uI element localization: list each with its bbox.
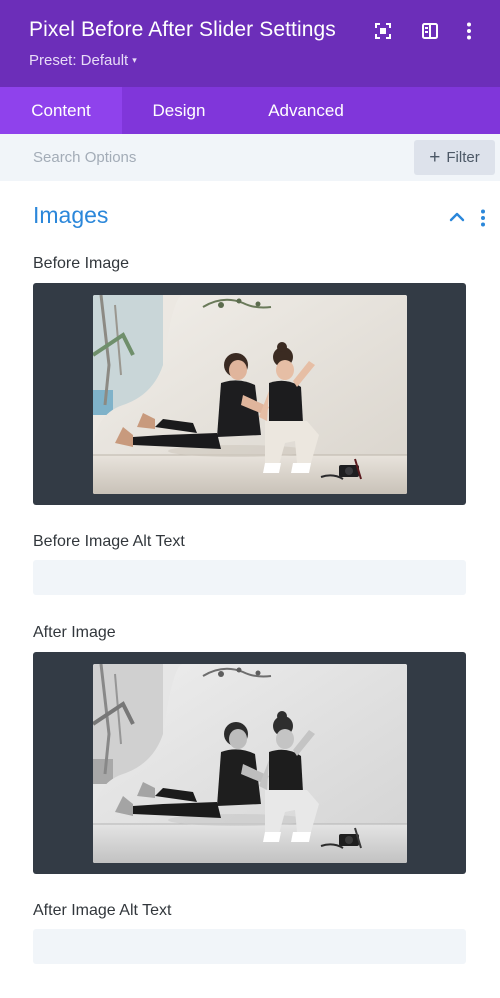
tab-content[interactable]: Content — [0, 87, 122, 134]
after-alt-text-field[interactable] — [33, 929, 466, 964]
plus-icon: + — [429, 147, 441, 168]
settings-header: Pixel Before After Slider Settings Prese… — [0, 0, 500, 87]
tab-advanced[interactable]: Advanced — [236, 87, 376, 134]
before-alt-text-field[interactable] — [33, 560, 466, 595]
search-bar: + Filter — [0, 134, 500, 181]
preset-dropdown[interactable]: Preset: Default ▾ — [29, 52, 137, 69]
search-input[interactable] — [0, 134, 410, 181]
after-image-upload[interactable] — [33, 652, 466, 874]
more-vertical-icon[interactable] — [458, 20, 480, 42]
tab-bar: Content Design Advanced — [0, 87, 500, 134]
before-image-preview — [93, 295, 407, 494]
before-image-upload[interactable] — [33, 283, 466, 505]
before-alt-label: Before Image Alt Text — [33, 533, 185, 550]
expand-icon[interactable] — [372, 20, 394, 42]
split-view-icon[interactable] — [419, 20, 441, 42]
filter-button[interactable]: + Filter — [414, 140, 495, 175]
tab-design[interactable]: Design — [122, 87, 236, 134]
after-image-preview — [93, 664, 407, 863]
after-image-label: After Image — [33, 624, 116, 641]
section-title[interactable]: Images — [33, 202, 108, 229]
modal-title: Pixel Before After Slider Settings — [29, 18, 336, 41]
preset-label: Preset: Default — [29, 52, 129, 69]
before-image-label: Before Image — [33, 255, 130, 272]
after-alt-label: After Image Alt Text — [33, 902, 172, 919]
caret-down-icon: ▾ — [132, 55, 137, 65]
chevron-up-icon[interactable] — [448, 208, 466, 226]
filter-label: Filter — [446, 149, 480, 166]
section-more-icon[interactable] — [478, 208, 488, 228]
